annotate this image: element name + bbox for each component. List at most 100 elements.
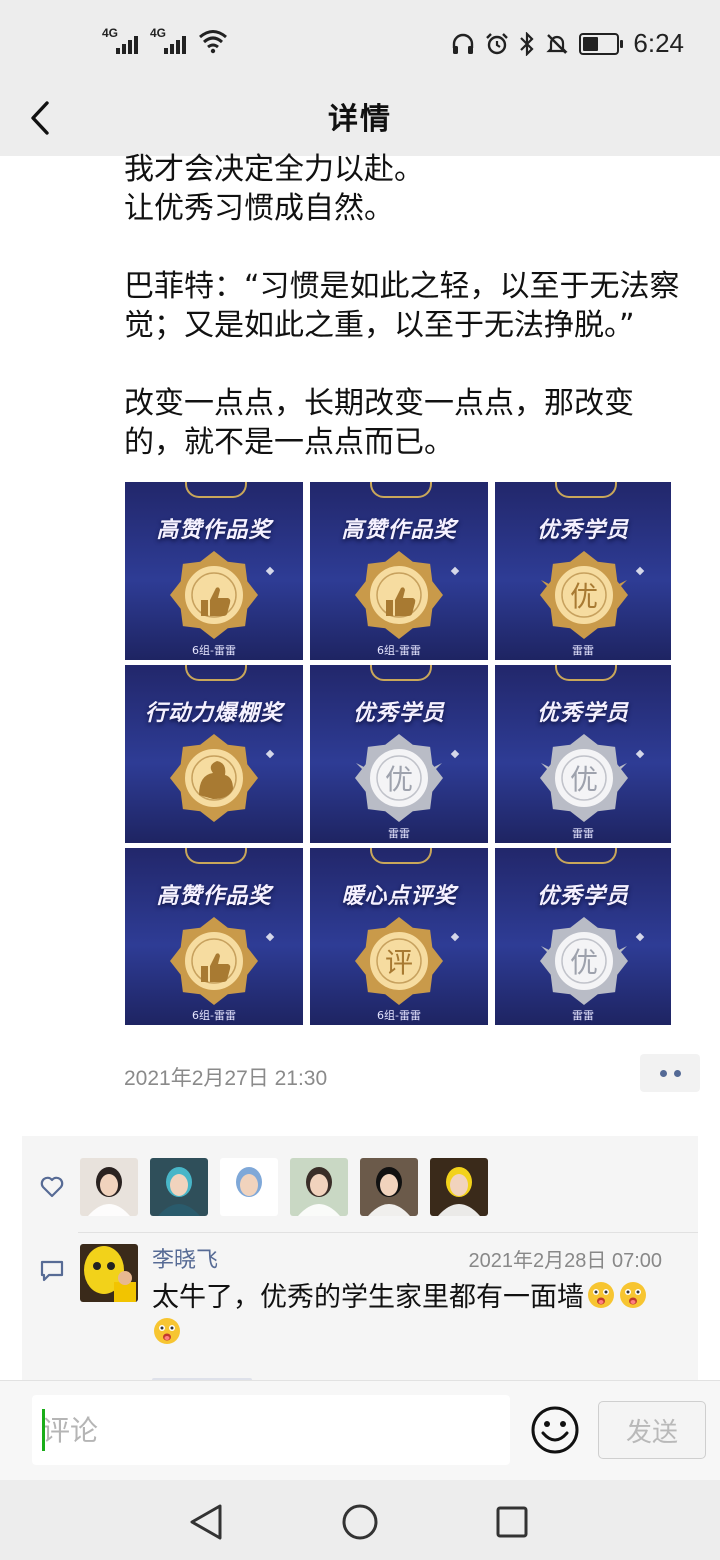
svg-text:优: 优 <box>570 763 598 796</box>
post-image-grid: 高赞作品奖 6组-雷雷 高赞作品奖 6组-雷雷 优秀学员优雷雷 行动力爆棚奖 优秀学员优雷雷… <box>125 482 671 1025</box>
post-image[interactable]: 优秀学员优雷雷 <box>310 665 488 843</box>
post-image[interactable]: 优秀学员优雷雷 <box>495 665 671 843</box>
divider <box>78 1232 698 1233</box>
svg-text:优: 优 <box>570 580 598 613</box>
sparkle-icon <box>635 566 645 576</box>
cell-signal-icon: 4G <box>150 26 188 54</box>
comment-input[interactable] <box>32 1395 510 1465</box>
liker-avatar[interactable] <box>360 1158 418 1216</box>
emoji-button[interactable] <box>530 1405 580 1459</box>
battery-icon <box>579 32 624 55</box>
post-image[interactable]: 行动力爆棚奖 <box>125 665 303 843</box>
status-bar: 4G 4G 6:24 <box>0 0 720 84</box>
svg-text:优: 优 <box>385 763 413 796</box>
award-title: 高赞作品奖 <box>156 518 272 543</box>
post-body: 我才会决定全力以赴。 让优秀习惯成自然。 巴菲特：“习惯是如此之轻，以至于无法察觉… <box>124 150 684 462</box>
bluetooth-icon <box>520 31 534 56</box>
headphones-icon <box>453 33 474 54</box>
award-title: 优秀学员 <box>536 884 629 909</box>
system-navigation-bar <box>0 1480 720 1560</box>
sparkle-icon <box>635 749 645 759</box>
home-circle-icon <box>342 1504 378 1540</box>
award-title: 行动力爆棚奖 <box>144 701 283 726</box>
award-owner: 6组-雷雷 <box>192 644 236 657</box>
comment-input-bar: 发送 <box>0 1380 720 1480</box>
system-back-button[interactable] <box>182 1498 230 1546</box>
award-title: 优秀学员 <box>536 518 629 543</box>
award-title: 优秀学员 <box>352 701 445 726</box>
award-owner: 雷雷 <box>572 1009 594 1022</box>
award-medal-icon: 优 <box>354 733 444 823</box>
award-owner: 6组-雷雷 <box>377 1009 421 1022</box>
dot-icon <box>673 1069 681 1077</box>
smiley-icon <box>531 1406 579 1454</box>
commenter-name[interactable]: 李晓飞 <box>152 1242 218 1274</box>
heart-icon <box>40 1176 64 1198</box>
sparkle-icon <box>635 932 645 942</box>
post-text-line: 让优秀习惯成自然。 <box>124 191 394 226</box>
sparkle-icon <box>450 749 460 759</box>
liker-avatar[interactable] <box>80 1158 138 1216</box>
sparkle-icon <box>265 932 275 942</box>
svg-text:优: 优 <box>570 946 598 979</box>
text-caret <box>42 1409 45 1451</box>
cell-signal-icon: 4G <box>102 26 140 54</box>
more-actions-button[interactable] <box>640 1054 700 1092</box>
award-medal-icon <box>354 550 444 640</box>
post-text: 我才会决定全力以赴。 让优秀习惯成自然。 巴菲特：“习惯是如此之轻，以至于无法察觉… <box>124 150 684 462</box>
award-owner: 雷雷 <box>572 827 594 840</box>
post-text-line: 改变一点点，长期改变一点点，那改变 <box>124 386 634 421</box>
liker-avatar[interactable] <box>220 1158 278 1216</box>
comment-text: 太牛了，优秀的学生家里都有一面墙 <box>152 1280 672 1352</box>
alarm-icon <box>486 32 509 54</box>
emoji-face-icon <box>620 1282 646 1308</box>
award-owner: 6组-雷雷 <box>377 644 421 657</box>
system-home-button[interactable] <box>336 1498 384 1546</box>
post-image[interactable]: 高赞作品奖 6组-雷雷 <box>310 482 488 660</box>
sparkle-icon <box>265 749 275 759</box>
post-image[interactable]: 高赞作品奖 6组-雷雷 <box>125 848 303 1025</box>
liker-avatar[interactable] <box>150 1158 208 1216</box>
liker-avatar[interactable] <box>430 1158 488 1216</box>
send-button[interactable]: 发送 <box>598 1401 706 1459</box>
award-medal-icon: 优 <box>539 916 629 1006</box>
sparkle-icon <box>450 932 460 942</box>
post-text-line: 巴菲特：“习惯是如此之轻，以至于无法察 <box>124 269 680 304</box>
post-image[interactable]: 暖心点评奖评 6组-雷雷 <box>310 848 488 1025</box>
post-text-line <box>124 345 684 384</box>
status-right: 6:24 <box>451 28 684 59</box>
comment-text-content: 太牛了，优秀的学生家里都有一面墙 <box>152 1282 584 1313</box>
recents-square-icon <box>496 1506 528 1538</box>
post-image[interactable]: 优秀学员优雷雷 <box>495 848 671 1025</box>
liker-avatar[interactable] <box>290 1158 348 1216</box>
liker-avatars <box>80 1158 488 1216</box>
status-time: 6:24 <box>633 28 684 58</box>
status-left: 4G 4G <box>102 26 228 54</box>
award-medal-icon: 评 <box>354 916 444 1006</box>
award-title: 暖心点评奖 <box>341 884 457 909</box>
post-image[interactable]: 高赞作品奖 6组-雷雷 <box>125 482 303 660</box>
comment-icon <box>40 1260 64 1282</box>
mute-icon <box>546 33 569 54</box>
battery-level <box>583 36 599 51</box>
system-recents-button[interactable] <box>488 1498 536 1546</box>
award-medal-icon <box>169 733 259 823</box>
commenter-avatar[interactable] <box>80 1244 138 1302</box>
post-text-line: 觉；又是如此之重，以至于无法挣脱。” <box>124 308 635 343</box>
award-owner: 雷雷 <box>388 827 410 840</box>
award-title: 高赞作品奖 <box>341 518 457 543</box>
post-image[interactable]: 优秀学员优雷雷 <box>495 482 671 660</box>
post-text-line: 我才会决定全力以赴。 <box>124 152 424 187</box>
likes-comments-panel: 李晓飞 2021年2月28日 07:00 太牛了，优秀的学生家里都有一面墙 <box>22 1136 698 1396</box>
post-text-line <box>124 228 684 267</box>
page-title: 详情 <box>328 102 392 137</box>
award-owner: 6组-雷雷 <box>192 1009 236 1022</box>
award-title: 优秀学员 <box>536 701 629 726</box>
dot-icon <box>659 1069 667 1077</box>
emoji-face-icon <box>588 1282 614 1308</box>
award-medal-icon <box>169 916 259 1006</box>
award-title: 高赞作品奖 <box>156 884 272 909</box>
award-owner: 雷雷 <box>572 644 594 657</box>
award-medal-icon: 优 <box>539 733 629 823</box>
award-medal-icon: 优 <box>539 550 629 640</box>
